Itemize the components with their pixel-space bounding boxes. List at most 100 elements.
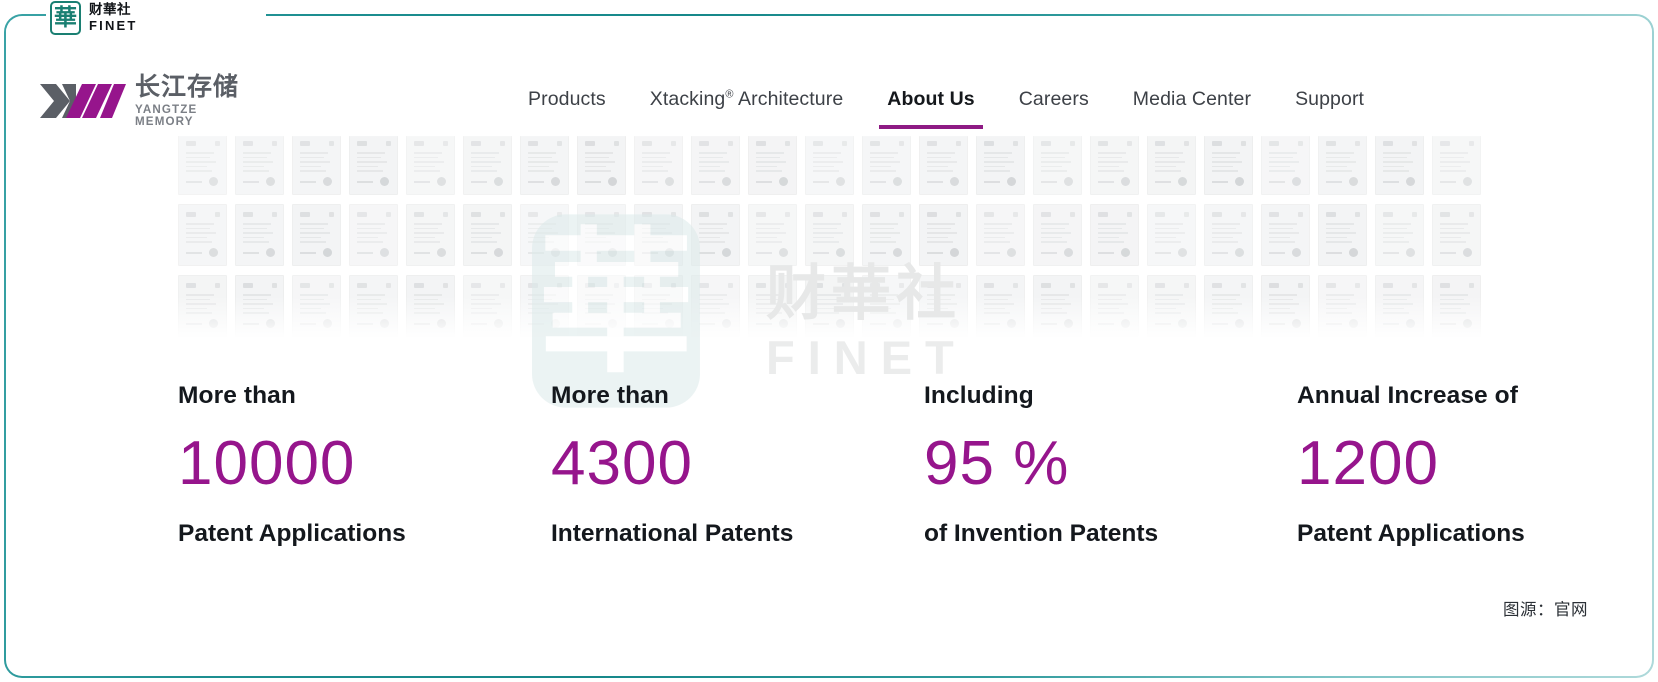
certificate-seal-icon bbox=[779, 177, 788, 186]
certificate-text-lines bbox=[1269, 223, 1302, 243]
certificate-signature bbox=[984, 181, 1000, 183]
certificate-signature bbox=[1440, 323, 1456, 325]
certificate-signature bbox=[870, 252, 886, 254]
certificate-thumbnail bbox=[862, 275, 911, 337]
stat-value: 1200 bbox=[1297, 428, 1439, 498]
certificate-signature bbox=[756, 323, 772, 325]
certificate-thumbnail bbox=[520, 204, 569, 266]
nav-item-media-center[interactable]: Media Center bbox=[1111, 80, 1273, 137]
certificate-signature bbox=[1098, 252, 1114, 254]
certificate-text-lines bbox=[1440, 223, 1473, 243]
nav-item-xtacking-architecture[interactable]: Xtacking® Architecture bbox=[628, 80, 866, 137]
certificate-text-lines bbox=[585, 223, 618, 243]
certificate-text-lines bbox=[528, 152, 561, 172]
certificate-seal-icon bbox=[950, 177, 959, 186]
certificate-signature bbox=[1326, 181, 1342, 183]
nav-item-support[interactable]: Support bbox=[1273, 80, 1386, 137]
certificate-thumbnail bbox=[976, 275, 1025, 337]
nav-label-xtacking: Xtacking bbox=[649, 88, 726, 110]
certificate-seal-icon bbox=[836, 319, 845, 328]
stat-label: International Patents bbox=[551, 519, 794, 547]
certificate-signature bbox=[1041, 323, 1057, 325]
certificate-text-lines bbox=[870, 152, 903, 172]
certificate-seal-icon bbox=[266, 177, 275, 186]
stat-card-patent-applications: More than 10000 Patent Applications bbox=[178, 383, 551, 584]
certificate-thumbnail bbox=[919, 133, 968, 195]
certificate-text-lines bbox=[186, 223, 219, 243]
certificate-thumbnail bbox=[1432, 275, 1481, 337]
certificate-thumbnail bbox=[520, 133, 569, 195]
certificate-signature bbox=[414, 181, 430, 183]
certificate-text-lines bbox=[1326, 294, 1359, 314]
nav-label-products: Products bbox=[528, 88, 606, 110]
certificate-thumbnail bbox=[862, 133, 911, 195]
certificate-seal-icon bbox=[836, 248, 845, 257]
certificate-text-lines bbox=[528, 294, 561, 314]
nav-item-about-us[interactable]: About Us bbox=[865, 80, 996, 137]
certificate-signature bbox=[1155, 252, 1171, 254]
certificate-text-lines bbox=[243, 223, 276, 243]
certificate-text-lines bbox=[813, 152, 846, 172]
site-header: 长江存储 YANGTZE MEMORY Products Xtacking® A… bbox=[6, 28, 1652, 136]
certificate-signature bbox=[186, 323, 202, 325]
certificate-signature bbox=[528, 323, 544, 325]
certificate-thumbnail bbox=[805, 275, 854, 337]
certificate-thumbnail bbox=[235, 204, 284, 266]
certificate-thumbnail bbox=[349, 275, 398, 337]
certificate-signature bbox=[1212, 323, 1228, 325]
certificate-text-lines bbox=[642, 294, 675, 314]
certificate-text-lines bbox=[756, 152, 789, 172]
nav-label-media-center: Media Center bbox=[1132, 88, 1252, 110]
certificate-seal-icon bbox=[494, 177, 503, 186]
certificate-thumbnail bbox=[349, 133, 398, 195]
certificate-thumbnail bbox=[577, 204, 626, 266]
certificate-text-lines bbox=[984, 152, 1017, 172]
certificate-thumbnail bbox=[805, 133, 854, 195]
certificate-signature bbox=[1269, 181, 1285, 183]
certificate-seal-icon bbox=[551, 319, 560, 328]
certificate-signature bbox=[1098, 181, 1114, 183]
certificate-thumbnail bbox=[634, 204, 683, 266]
nav-item-careers[interactable]: Careers bbox=[997, 80, 1111, 137]
certificate-seal-icon bbox=[608, 319, 617, 328]
certificate-text-lines bbox=[870, 223, 903, 243]
certificate-thumbnail bbox=[577, 133, 626, 195]
certificate-thumbnail bbox=[1090, 133, 1139, 195]
certificate-signature bbox=[1098, 323, 1114, 325]
stat-card-invention-patents: Including 95 % of Invention Patents bbox=[924, 383, 1297, 584]
certificate-seal-icon bbox=[1121, 319, 1130, 328]
certificate-signature bbox=[1326, 252, 1342, 254]
certificate-seal-icon bbox=[665, 319, 674, 328]
certificate-signature bbox=[1269, 252, 1285, 254]
certificate-signature bbox=[1383, 181, 1399, 183]
certificate-text-lines bbox=[927, 152, 960, 172]
certificate-seal-icon bbox=[1064, 177, 1073, 186]
certificate-thumbnail bbox=[1090, 275, 1139, 337]
certificate-thumbnail bbox=[235, 133, 284, 195]
certificate-signature bbox=[528, 252, 544, 254]
ymtc-logo-cn: 长江存储 bbox=[135, 72, 240, 102]
certificate-thumbnail bbox=[748, 204, 797, 266]
certificate-thumbnail bbox=[178, 204, 227, 266]
certificate-signature bbox=[699, 323, 715, 325]
certificate-thumbnail bbox=[691, 133, 740, 195]
certificate-text-lines bbox=[357, 294, 390, 314]
cert-fade-left bbox=[6, 124, 186, 344]
certificate-seal-icon bbox=[665, 248, 674, 257]
finet-wordmark: 财華社 FINET bbox=[89, 3, 138, 32]
certificate-text-lines bbox=[1212, 152, 1245, 172]
certificate-wall bbox=[6, 124, 1652, 344]
certificate-signature bbox=[813, 323, 829, 325]
registered-trademark-icon: ® bbox=[725, 88, 734, 101]
certificate-thumbnail bbox=[748, 133, 797, 195]
certificate-thumbnail bbox=[919, 204, 968, 266]
certificate-seal-icon bbox=[608, 177, 617, 186]
certificate-thumbnail bbox=[1147, 133, 1196, 195]
certificate-text-lines bbox=[1098, 294, 1131, 314]
certificate-text-lines bbox=[642, 152, 675, 172]
yangtze-memory-logo[interactable]: 长江存储 YANGTZE MEMORY bbox=[40, 74, 240, 127]
certificate-text-lines bbox=[699, 294, 732, 314]
nav-item-products[interactable]: Products bbox=[506, 80, 628, 137]
certificate-thumbnail bbox=[1375, 204, 1424, 266]
certificate-text-lines bbox=[1155, 152, 1188, 172]
